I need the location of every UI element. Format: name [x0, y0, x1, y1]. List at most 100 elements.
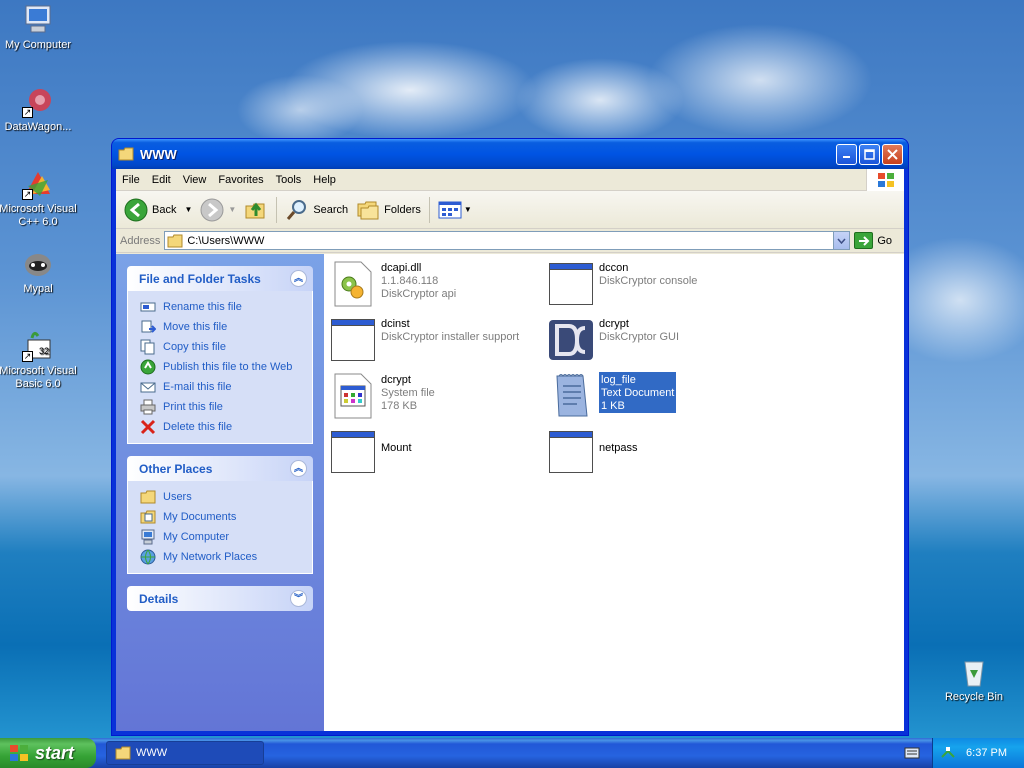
chevron-down-icon	[837, 238, 846, 244]
menu-help[interactable]: Help	[307, 174, 342, 186]
print-file-link[interactable]: Print this file	[140, 397, 312, 417]
collapse-chevron-icon[interactable]: ︽	[290, 460, 307, 477]
move-file-link[interactable]: Move this file	[140, 317, 312, 337]
views-button[interactable]: ▼	[434, 195, 476, 225]
taskbar-item-www[interactable]: WWW	[106, 741, 264, 765]
visual-basic-icon: 32 ↗	[22, 330, 54, 362]
expand-chevron-icon[interactable]: ︾	[290, 590, 307, 607]
publish-file-link[interactable]: Publish this file to the Web	[140, 357, 312, 377]
file-list: dcapi.dll 1.1.846.118 DiskCryptor api dc…	[324, 254, 904, 731]
desktop-icon-datawagon[interactable]: ↗ DataWagon...	[0, 86, 78, 134]
move-file-label: Move this file	[163, 321, 228, 333]
file-name: netpass	[599, 442, 638, 454]
desktop-icon-visual-cpp[interactable]: ↗ Microsoft Visual C++ 6.0	[0, 168, 78, 229]
details-panel: Details ︾	[127, 586, 313, 611]
search-label: Search	[313, 203, 349, 216]
email-file-link[interactable]: E-mail this file	[140, 377, 312, 397]
menu-view[interactable]: View	[177, 174, 213, 186]
my-documents-icon	[140, 510, 156, 524]
place-my-network-places-link[interactable]: My Network Places	[140, 547, 312, 567]
file-item-dcrypt-gui[interactable]: dcrypt DiskCryptor GUI	[547, 316, 679, 364]
up-folder-button[interactable]	[240, 195, 272, 225]
file-name: log_file	[601, 374, 636, 386]
maximize-button[interactable]	[859, 143, 880, 165]
close-button[interactable]	[882, 143, 903, 165]
place-my-network-places-label: My Network Places	[163, 551, 258, 563]
delete-file-link[interactable]: Delete this file	[140, 417, 312, 437]
file-item-dcinst[interactable]: dcinst DiskCryptor installer support	[329, 316, 519, 364]
menu-file[interactable]: File	[116, 174, 146, 186]
folders-icon	[357, 201, 379, 219]
application-icon	[329, 316, 377, 364]
start-button[interactable]: start	[0, 738, 96, 768]
clock[interactable]: 6:37 PM	[966, 747, 1007, 759]
network-tray-icon[interactable]	[940, 745, 956, 761]
desktop-icon-my-computer[interactable]: My Computer	[0, 4, 78, 52]
minimize-button[interactable]	[836, 143, 857, 165]
menu-edit[interactable]: Edit	[146, 174, 177, 186]
go-button[interactable]: Go	[854, 232, 892, 249]
file-description: DiskCryptor installer support	[381, 331, 520, 343]
file-name: Mount	[381, 442, 412, 454]
my-computer-icon	[141, 529, 155, 545]
file-text: Mount	[381, 428, 412, 455]
visual-cpp-icon: ↗	[22, 168, 54, 200]
desktop-icon-label: Mypal	[23, 283, 53, 295]
file-text: dcinst DiskCryptor installer support	[381, 316, 519, 344]
system-tray: 6:37 PM	[932, 738, 1024, 768]
rename-file-label: Rename this file	[163, 301, 242, 313]
file-size: 1 KB	[601, 400, 625, 412]
file-item-dccon[interactable]: dccon DiskCryptor console	[547, 260, 697, 308]
desktop-icon-label: My Computer	[4, 39, 72, 51]
forward-dropdown-icon[interactable]: ▼	[228, 205, 236, 214]
menu-favorites[interactable]: Favorites	[212, 174, 269, 186]
collapse-chevron-icon[interactable]: ︽	[290, 270, 307, 287]
file-name: dcrypt	[599, 318, 629, 330]
folder-icon	[167, 234, 183, 247]
title-bar[interactable]: WWW	[112, 139, 908, 169]
folders-button[interactable]: Folders	[352, 195, 425, 225]
place-my-computer-link[interactable]: My Computer	[140, 527, 312, 547]
file-item-dcrypt-sys[interactable]: dcrypt System file 178 KB	[329, 372, 435, 420]
other-places-header[interactable]: Other Places ︽	[127, 456, 313, 481]
application-icon	[329, 428, 377, 476]
rename-file-link[interactable]: Rename this file	[140, 297, 312, 317]
desktop-icon-label: DataWagon...	[4, 121, 72, 133]
file-text: dcapi.dll 1.1.846.118 DiskCryptor api	[381, 260, 456, 301]
desktop-icon-visual-basic[interactable]: 32 ↗ Microsoft Visual Basic 6.0	[0, 330, 78, 391]
file-item-dcapi-dll[interactable]: dcapi.dll 1.1.846.118 DiskCryptor api	[329, 260, 456, 308]
desktop-icon-label: Recycle Bin	[944, 691, 1004, 703]
search-button[interactable]: Search	[281, 195, 352, 225]
other-places-body: Users My Documents My Computer My Networ…	[127, 481, 313, 574]
file-item-mount[interactable]: Mount	[329, 428, 412, 476]
shortcut-arrow-icon: ↗	[22, 107, 33, 118]
forward-button[interactable]: ▼	[196, 195, 240, 225]
file-name: dccon	[599, 262, 629, 274]
file-folder-tasks-header[interactable]: File and Folder Tasks ︽	[127, 266, 313, 291]
place-my-documents-link[interactable]: My Documents	[140, 507, 312, 527]
forward-arrow-icon	[200, 198, 224, 221]
address-bar: Address C:\Users\WWW Go	[116, 229, 904, 253]
folder-icon	[115, 746, 131, 760]
desktop-icon-mypal[interactable]: Mypal	[0, 248, 78, 296]
my-computer-icon	[22, 4, 54, 36]
copy-file-link[interactable]: Copy this file	[140, 337, 312, 357]
toolbar: Back ▼ ▼ Search Folders ▼	[116, 191, 904, 229]
windows-logo-icon	[10, 745, 28, 761]
address-input[interactable]: C:\Users\WWW	[164, 231, 851, 250]
address-dropdown-button[interactable]	[833, 232, 850, 249]
back-dropdown-icon[interactable]: ▼	[184, 205, 192, 214]
place-users-link[interactable]: Users	[140, 487, 312, 507]
details-header[interactable]: Details ︾	[127, 586, 313, 611]
menu-tools[interactable]: Tools	[270, 174, 308, 186]
back-button[interactable]: Back ▼	[120, 195, 196, 225]
file-description: DiskCryptor api	[381, 288, 457, 300]
mypal-icon	[22, 248, 54, 280]
recycle-bin-icon	[958, 656, 990, 688]
file-version: 1.1.846.118	[381, 275, 439, 287]
move-icon	[141, 320, 156, 333]
file-item-log-file[interactable]: log_file Text Document 1 KB	[547, 372, 677, 420]
keyboard-icon[interactable]	[904, 747, 920, 759]
desktop-icon-recycle-bin[interactable]: Recycle Bin	[934, 656, 1014, 704]
file-item-netpass[interactable]: netpass	[547, 428, 638, 476]
